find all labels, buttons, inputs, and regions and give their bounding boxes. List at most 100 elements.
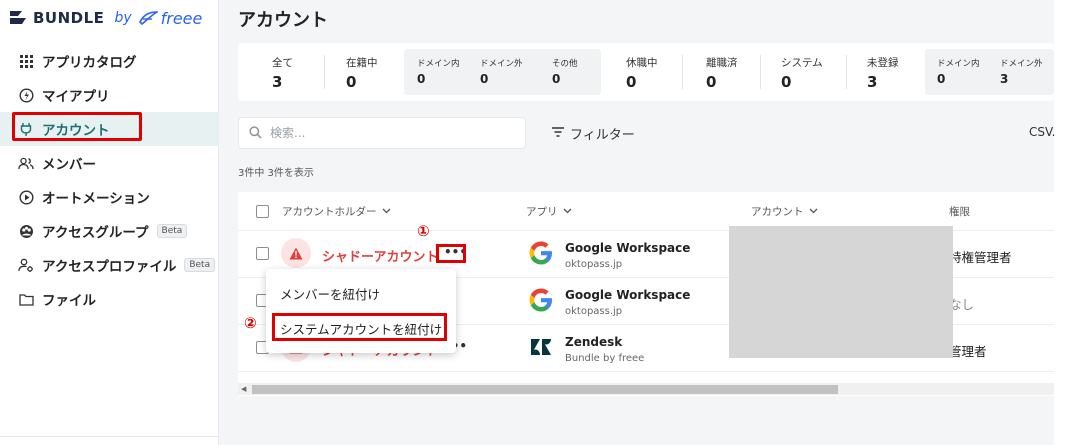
logo-text: BUNDLE <box>33 9 105 27</box>
play-circle-icon <box>18 189 34 205</box>
stat-enrolled-in-domain[interactable]: ドメイン内 0 <box>417 57 460 86</box>
stat-enrolled-other[interactable]: その他 0 <box>552 57 578 86</box>
bundle-logo[interactable]: BUNDLE by freee <box>8 6 202 30</box>
sidebar-item-label: ファイル <box>42 293 96 309</box>
stat-enrolled[interactable]: 在籍中 0 <box>346 55 378 91</box>
freee-bird-icon <box>138 11 158 26</box>
sidebar-item-label: アクセスプロファイル <box>42 259 177 275</box>
csv-button[interactable]: CSV. <box>1029 125 1055 139</box>
column-header-permission[interactable]: 権限 <box>949 192 970 230</box>
sidebar-item-members[interactable]: メンバー <box>0 146 219 180</box>
divider <box>846 55 847 89</box>
page-title: アカウント <box>238 10 328 31</box>
select-all-checkbox[interactable] <box>256 205 269 218</box>
zendesk-logo-icon <box>526 332 556 362</box>
column-header-label: アカウント <box>751 205 804 218</box>
app-name[interactable]: Google Workspace <box>565 241 690 255</box>
account-holder-name[interactable]: シャドーアカウント <box>322 246 438 265</box>
more-options-highlight-box <box>436 244 466 263</box>
sidebar-item-my-apps[interactable]: マイアプリ <box>0 78 219 112</box>
folder-icon <box>18 291 34 307</box>
permission-value: 管理者 <box>949 344 987 359</box>
sidebar-item-label: メンバー <box>42 157 96 173</box>
stat-unregistered-in-domain[interactable]: ドメイン内 0 <box>937 57 980 86</box>
horizontal-scrollbar[interactable]: ◀ <box>238 383 1054 395</box>
scroll-left-icon[interactable]: ◀ <box>241 385 246 393</box>
chevron-down-icon <box>809 205 818 217</box>
person-settings-icon <box>18 257 34 273</box>
system-account-highlight-box <box>272 313 447 341</box>
filter-button[interactable]: フィルター <box>552 124 635 143</box>
chevron-down-icon <box>382 205 391 217</box>
column-header-label: アプリ <box>526 205 558 218</box>
sidebar: BUNDLE by freee アプリカタログ マイアプリ アカウント メンバー… <box>0 0 219 445</box>
stat-system[interactable]: システム 0 <box>781 55 823 91</box>
grid-icon <box>18 53 34 69</box>
stat-value: 0 <box>626 73 637 91</box>
stat-value: 0 <box>480 72 489 86</box>
beta-badge: Beta <box>184 258 216 272</box>
stat-enrolled-out-domain[interactable]: ドメイン外 0 <box>480 57 523 86</box>
app-name[interactable]: Google Workspace <box>565 288 690 302</box>
stat-value: 0 <box>937 72 946 86</box>
divider <box>760 55 761 89</box>
result-count: 3件中 3件を表示 <box>238 168 314 179</box>
column-header-app[interactable]: アプリ <box>526 192 572 230</box>
sidebar-item-files[interactable]: ファイル <box>0 282 219 316</box>
filter-label: フィルター <box>570 128 635 143</box>
app-domain: oktopass.jp <box>565 259 623 270</box>
stat-leave[interactable]: 休職中 0 <box>626 55 658 91</box>
column-header-holder[interactable]: アカウントホルダー <box>282 192 391 230</box>
stat-value: 0 <box>346 73 357 91</box>
stat-all[interactable]: 全て 3 <box>272 55 293 91</box>
stat-label: システム <box>781 57 823 69</box>
right-panel-edge <box>1054 0 1092 445</box>
chevron-down-icon <box>563 205 572 217</box>
sidebar-item-app-catalog[interactable]: アプリカタログ <box>0 44 219 78</box>
bundle-logo-icon <box>8 8 30 28</box>
app-domain: oktopass.jp <box>565 306 623 317</box>
sidebar-item-label: マイアプリ <box>42 89 110 105</box>
sidebar-divider <box>0 436 219 437</box>
sidebar-item-automation[interactable]: オートメーション <box>0 180 219 214</box>
sidebar-item-access-group[interactable]: アクセスグループ Beta <box>0 214 219 248</box>
column-header-label: アカウントホルダー <box>282 205 377 218</box>
menu-item-link-member[interactable]: メンバーを紐付け <box>280 284 380 303</box>
column-header-account[interactable]: アカウント <box>751 192 818 230</box>
row-checkbox[interactable] <box>256 247 269 260</box>
stat-unregistered-out-domain[interactable]: ドメイン外 3 <box>1000 57 1043 86</box>
sidebar-item-label: アクセスグループ <box>42 225 149 241</box>
divider <box>324 55 325 89</box>
stat-value: 0 <box>706 73 717 91</box>
people-icon <box>18 155 34 171</box>
step-1-marker: ① <box>417 222 430 240</box>
sidebar-nav: アプリカタログ マイアプリ アカウント メンバー オートメーション アクセスグル… <box>0 44 219 316</box>
stat-unregistered[interactable]: 未登録 3 <box>867 55 899 91</box>
app-domain: Bundle by freee <box>565 353 645 364</box>
stat-label: 全て <box>272 57 293 69</box>
row-divider <box>238 371 1054 372</box>
search-icon <box>249 124 262 143</box>
search-box[interactable] <box>238 117 526 149</box>
freee-logo: freee <box>138 9 202 28</box>
google-logo-icon <box>526 285 556 315</box>
search-input[interactable] <box>270 126 510 140</box>
stat-label: その他 <box>552 59 578 69</box>
power-icon <box>18 87 34 103</box>
stats-panel: 全て 3 在籍中 0 ドメイン内 0 ドメイン外 0 その他 0 休職中 0 離… <box>238 43 1054 101</box>
beta-badge: Beta <box>156 224 188 238</box>
filter-icon <box>552 126 564 141</box>
sidebar-item-access-profile[interactable]: アクセスプロファイル Beta <box>0 248 219 282</box>
stat-label: ドメイン外 <box>1000 59 1043 69</box>
scrollbar-thumb[interactable] <box>252 385 838 394</box>
permission-value: 特権管理者 <box>949 250 1012 265</box>
stat-label: 休職中 <box>626 57 658 69</box>
app-name[interactable]: Zendesk <box>565 335 622 349</box>
stat-label: 離職済 <box>706 57 738 69</box>
sidebar-item-label: オートメーション <box>42 191 150 207</box>
stat-retired[interactable]: 離職済 0 <box>706 55 738 91</box>
stat-label: 在籍中 <box>346 57 378 69</box>
stat-value: 3 <box>1000 72 1009 86</box>
sidebar-item-label: アプリカタログ <box>42 55 137 71</box>
column-header-label: 権限 <box>949 205 970 218</box>
